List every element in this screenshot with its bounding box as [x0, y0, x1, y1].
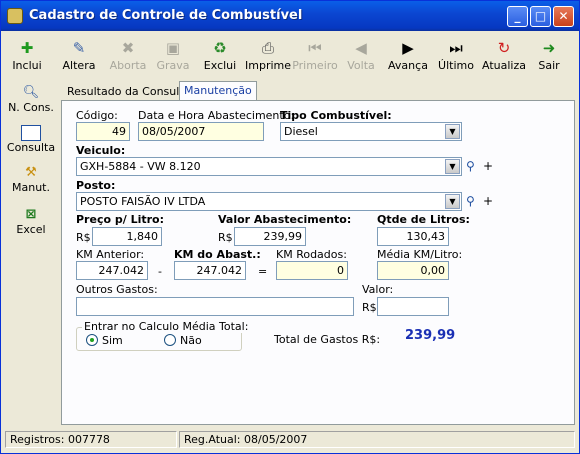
search-icon[interactable]: ⚲: [466, 159, 475, 173]
window-title: Cadastro de Controle de Combustível: [29, 8, 303, 23]
media-label: Média KM/Litro:: [377, 248, 463, 261]
valor-currency: R$: [218, 231, 233, 244]
km-abast-field[interactable]: 247.042: [174, 261, 246, 280]
posto-value: POSTO FAISÃO IV LTDA: [80, 195, 206, 208]
app-window: Cadastro de Controle de Combustível _ □ …: [0, 0, 580, 454]
preco-field[interactable]: 1,840: [92, 227, 162, 246]
nao-radio[interactable]: [164, 334, 176, 346]
codigo-field[interactable]: 49: [76, 122, 130, 141]
posto-select[interactable]: POSTO FAISÃO IV LTDA ▼: [76, 192, 462, 211]
codigo-label: Código:: [76, 109, 118, 122]
outros-gastos-label: Outros Gastos:: [76, 283, 158, 296]
km-anterior-field[interactable]: 247.042: [76, 261, 148, 280]
sim-label: Sim: [102, 334, 123, 347]
veiculo-select[interactable]: GXH-5884 - VW 8.120 ▼: [76, 157, 462, 176]
close-button[interactable]: ✕: [553, 6, 574, 27]
veiculo-value: GXH-5884 - VW 8.120: [80, 160, 201, 173]
refresh-icon: ↻: [497, 39, 511, 57]
preco-currency: R$: [76, 231, 91, 244]
printer-icon: ⎙: [261, 39, 274, 57]
save-icon: ▣: [165, 39, 181, 57]
outros-valor-label: Valor:: [362, 283, 394, 296]
km-rodados-label: KM Rodados:: [276, 248, 347, 261]
chevron-down-icon[interactable]: ▼: [445, 194, 460, 209]
next-icon: ▶: [402, 39, 414, 57]
toolbar: ✚ Inclui ✎ Altera ✖ Aborta ▣ Grava ♻ Exclui ⎙…: [5, 35, 575, 81]
sidebar: 🔍︎ N. Cons. Consulta ⚒ Manut. ⊠ Excel: [5, 85, 57, 425]
search-icon: 🔍︎: [22, 85, 40, 100]
aborta-button[interactable]: ✖ Aborta: [106, 35, 150, 79]
group-label: Entrar no Calculo Média Total:: [82, 320, 251, 333]
km-rodados-field[interactable]: 0: [276, 261, 348, 280]
prev-icon: ◀: [355, 39, 367, 57]
atualiza-button[interactable]: ↻ Atualiza: [481, 35, 527, 79]
tab-resultado[interactable]: Resultado da Consulta: [63, 83, 194, 101]
sidebar-item-excel[interactable]: ⊠ Excel: [5, 207, 57, 236]
km-anterior-label: KM Anterior:: [76, 248, 145, 261]
app-icon: [7, 8, 23, 24]
maintenance-panel: Código: 49 Data e Hora Abastecimento: 08…: [61, 100, 575, 425]
tab-strip: Resultado da Consulta Manutenção: [61, 81, 575, 101]
ultimo-button[interactable]: ⏭ Último: [436, 35, 476, 79]
status-bar: Registros: 007778 Reg.Atual: 08/05/2007: [5, 429, 577, 449]
sidebar-item-n-cons[interactable]: 🔍︎ N. Cons.: [5, 85, 57, 114]
veiculo-label: Veiculo:: [76, 144, 126, 157]
tipo-value: Diesel: [284, 125, 318, 138]
equals-sign: =: [258, 265, 268, 278]
grid-icon: [21, 125, 41, 141]
tools-icon: ⚒: [25, 165, 37, 180]
grava-button[interactable]: ▣ Grava: [153, 35, 193, 79]
cancel-icon: ✖: [121, 39, 135, 57]
status-reg-atual: Reg.Atual: 08/05/2007: [179, 431, 575, 448]
data-label: Data e Hora Abastecimento:: [138, 109, 295, 122]
media-field[interactable]: 0,00: [377, 261, 449, 280]
total-value: 239,99: [405, 328, 456, 343]
exit-icon: ➜: [542, 39, 556, 57]
km-abast-label: KM do Abast.:: [174, 248, 261, 261]
outros-valor-currency: R$: [362, 301, 377, 314]
first-icon: ⏮: [308, 39, 322, 57]
total-label: Total de Gastos R$:: [274, 333, 381, 346]
tab-manutencao[interactable]: Manutenção: [179, 81, 257, 101]
sim-radio[interactable]: [86, 334, 98, 346]
add-icon[interactable]: +: [483, 159, 493, 173]
outros-gastos-field[interactable]: [76, 297, 354, 316]
data-field[interactable]: 08/05/2007: [138, 122, 264, 141]
litros-field[interactable]: 130,43: [377, 227, 449, 246]
volta-button[interactable]: ◀ Volta: [343, 35, 379, 79]
maximize-button[interactable]: □: [530, 6, 551, 27]
last-icon: ⏭: [449, 39, 463, 57]
add-icon[interactable]: +: [483, 194, 493, 208]
minus-sign: -: [158, 265, 162, 278]
valor-label: Valor Abastecimento:: [218, 213, 352, 226]
valor-field[interactable]: 239,99: [234, 227, 306, 246]
inclui-button[interactable]: ✚ Inclui: [5, 35, 49, 79]
sidebar-item-consulta[interactable]: Consulta: [5, 125, 57, 154]
outros-valor-field[interactable]: [377, 297, 449, 316]
recycle-icon: ♻: [213, 39, 227, 57]
nao-label: Não: [180, 334, 202, 347]
posto-label: Posto:: [76, 179, 116, 192]
tipo-label: Tipo Combustível:: [280, 109, 392, 122]
exclui-button[interactable]: ♻ Exclui: [200, 35, 240, 79]
sidebar-item-manut[interactable]: ⚒ Manut.: [5, 165, 57, 194]
imprime-button[interactable]: ⎙ Imprime: [245, 35, 291, 79]
search-icon[interactable]: ⚲: [466, 194, 475, 208]
plus-icon: ✚: [20, 39, 34, 57]
edit-icon: ✎: [72, 39, 86, 57]
primeiro-button[interactable]: ⏮ Primeiro: [291, 35, 339, 79]
status-registros: Registros: 007778: [5, 431, 177, 448]
chevron-down-icon[interactable]: ▼: [445, 159, 460, 174]
chevron-down-icon[interactable]: ▼: [445, 124, 460, 139]
tipo-select[interactable]: Diesel ▼: [280, 122, 462, 141]
preco-label: Preço p/ Litro:: [76, 213, 164, 226]
avanca-button[interactable]: ▶ Avança: [386, 35, 430, 79]
excel-icon: ⊠: [25, 207, 37, 222]
title-bar[interactable]: Cadastro de Controle de Combustível _ □ …: [1, 1, 579, 31]
minimize-button[interactable]: _: [507, 6, 528, 27]
sair-button[interactable]: ➜ Sair: [533, 35, 565, 79]
altera-button[interactable]: ✎ Altera: [57, 35, 101, 79]
litros-label: Qtde de Litros:: [377, 213, 470, 226]
